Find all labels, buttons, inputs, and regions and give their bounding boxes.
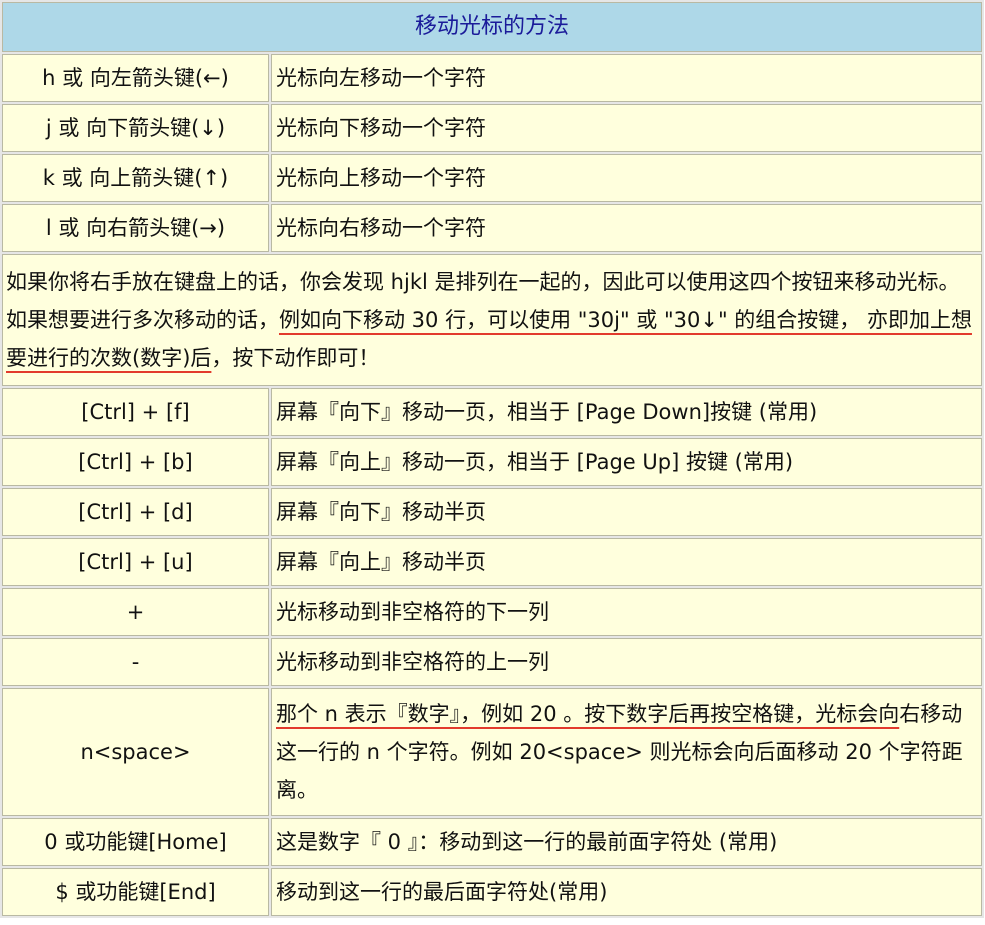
desc-cell: 光标向右移动一个字符: [271, 204, 982, 252]
desc-cell: 光标向下移动一个字符: [271, 104, 982, 152]
desc-cell: 这是数字『 0 』：移动到这一行的最前面字符处 (常用): [271, 818, 982, 866]
key-cell: [Ctrl] + [u]: [2, 538, 269, 586]
desc-cell: 光标移动到非空格符的下一列: [271, 588, 982, 636]
key-cell: l 或 向右箭头键(→): [2, 204, 269, 252]
desc-cell: 屏幕『向上』移动半页: [271, 538, 982, 586]
key-cell: k 或 向上箭头键(↑): [2, 154, 269, 202]
desc-cell: 光标向上移动一个字符: [271, 154, 982, 202]
table-row: [Ctrl] + [u] 屏幕『向上』移动半页: [2, 538, 982, 586]
desc-cell: 移动到这一行的最后面字符处(常用): [271, 868, 982, 916]
key-cell: +: [2, 588, 269, 636]
desc-cell: 光标移动到非空格符的上一列: [271, 638, 982, 686]
desc-cell: 屏幕『向下』移动半页: [271, 488, 982, 536]
table-row: k 或 向上箭头键(↑) 光标向上移动一个字符: [2, 154, 982, 202]
table-row: [Ctrl] + [f] 屏幕『向下』移动一页，相当于 [Page Down]按…: [2, 388, 982, 436]
note-cell: 如果你将右手放在键盘上的话，你会发现 hjkl 是排列在一起的，因此可以使用这四…: [2, 254, 982, 386]
key-cell: [Ctrl] + [b]: [2, 438, 269, 486]
key-cell: $ 或功能键[End]: [2, 868, 269, 916]
desc-cell: 光标向左移动一个字符: [271, 54, 982, 102]
table-row: h 或 向左箭头键(←) 光标向左移动一个字符: [2, 54, 982, 102]
table-row: - 光标移动到非空格符的上一列: [2, 638, 982, 686]
table-row: j 或 向下箭头键(↓) 光标向下移动一个字符: [2, 104, 982, 152]
table-title: 移动光标的方法: [2, 2, 982, 52]
table-row: n<space> 那个 n 表示『数字』，例如 20 。按下数字后再按空格键，光…: [2, 688, 982, 816]
desc-cell: 屏幕『向下』移动一页，相当于 [Page Down]按键 (常用): [271, 388, 982, 436]
table-row: 0 或功能键[Home] 这是数字『 0 』：移动到这一行的最前面字符处 (常用…: [2, 818, 982, 866]
desc-cell: 屏幕『向上』移动一页，相当于 [Page Up] 按键 (常用): [271, 438, 982, 486]
note-text-end: ，按下动作即可！: [211, 346, 380, 370]
table-row: l 或 向右箭头键(→) 光标向右移动一个字符: [2, 204, 982, 252]
key-cell: j 或 向下箭头键(↓): [2, 104, 269, 152]
key-cell: [Ctrl] + [f]: [2, 388, 269, 436]
table-row: $ 或功能键[End] 移动到这一行的最后面字符处(常用): [2, 868, 982, 916]
table-row: [Ctrl] + [d] 屏幕『向下』移动半页: [2, 488, 982, 536]
key-cell: -: [2, 638, 269, 686]
key-cell: n<space>: [2, 688, 269, 816]
key-cell: h 或 向左箭头键(←): [2, 54, 269, 102]
desc-highlight: 那个 n 表示『数字』，例如 20 。按下数字后再按空格键，光标会向: [276, 702, 900, 726]
key-cell: 0 或功能键[Home]: [2, 818, 269, 866]
table-row: + 光标移动到非空格符的下一列: [2, 588, 982, 636]
table-row: [Ctrl] + [b] 屏幕『向上』移动一页，相当于 [Page Up] 按键…: [2, 438, 982, 486]
key-cell: [Ctrl] + [d]: [2, 488, 269, 536]
note-row: 如果你将右手放在键盘上的话，你会发现 hjkl 是排列在一起的，因此可以使用这四…: [2, 254, 982, 386]
cursor-movement-table: 移动光标的方法 h 或 向左箭头键(←) 光标向左移动一个字符 j 或 向下箭头…: [0, 0, 984, 918]
desc-cell: 那个 n 表示『数字』，例如 20 。按下数字后再按空格键，光标会向右移动这一行…: [271, 688, 982, 816]
